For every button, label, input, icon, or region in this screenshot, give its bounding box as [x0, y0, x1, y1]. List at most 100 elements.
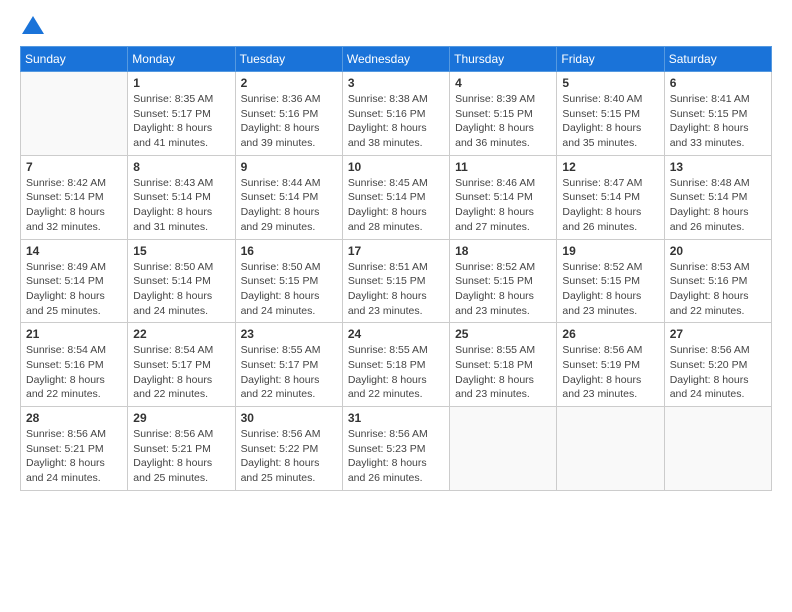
day-number: 2	[241, 76, 337, 90]
day-info: Sunrise: 8:48 AMSunset: 5:14 PMDaylight:…	[670, 176, 766, 235]
day-number: 17	[348, 244, 444, 258]
calendar-cell: 14Sunrise: 8:49 AMSunset: 5:14 PMDayligh…	[21, 239, 128, 323]
day-info: Sunrise: 8:52 AMSunset: 5:15 PMDaylight:…	[562, 260, 658, 319]
day-number: 1	[133, 76, 229, 90]
day-number: 15	[133, 244, 229, 258]
day-info: Sunrise: 8:53 AMSunset: 5:16 PMDaylight:…	[670, 260, 766, 319]
day-number: 20	[670, 244, 766, 258]
day-info: Sunrise: 8:56 AMSunset: 5:22 PMDaylight:…	[241, 427, 337, 486]
weekday-header: Wednesday	[342, 47, 449, 72]
calendar-cell: 21Sunrise: 8:54 AMSunset: 5:16 PMDayligh…	[21, 323, 128, 407]
calendar-cell: 10Sunrise: 8:45 AMSunset: 5:14 PMDayligh…	[342, 155, 449, 239]
calendar-cell: 25Sunrise: 8:55 AMSunset: 5:18 PMDayligh…	[450, 323, 557, 407]
calendar-cell: 26 Sunrise: 8:56 AMSunset: 5:19 PMDayligh…	[557, 323, 664, 407]
day-info: Sunrise: 8:42 AMSunset: 5:14 PMDaylight:…	[26, 176, 122, 235]
calendar-cell: 27 Sunrise: 8:56 AMSunset: 5:20 PMDayligh…	[664, 323, 771, 407]
calendar-cell: 19 Sunrise: 8:52 AMSunset: 5:15 PMDayligh…	[557, 239, 664, 323]
header	[20, 18, 772, 36]
day-info: Sunrise: 8:56 AMSunset: 5:23 PMDaylight:…	[348, 427, 444, 486]
day-number: 27	[670, 327, 766, 341]
calendar-cell: 23 Sunrise: 8:55 AMSunset: 5:17 PMDayligh…	[235, 323, 342, 407]
calendar-cell: 11 Sunrise: 8:46 AMSunset: 5:14 PMDayligh…	[450, 155, 557, 239]
logo	[20, 18, 44, 36]
day-info: Sunrise: 8:56 AMSunset: 5:21 PMDaylight:…	[26, 427, 122, 486]
calendar-cell: 13 Sunrise: 8:48 AMSunset: 5:14 PMDayligh…	[664, 155, 771, 239]
calendar-cell: 9 Sunrise: 8:44 AMSunset: 5:14 PMDaylight…	[235, 155, 342, 239]
calendar-cell: 15 Sunrise: 8:50 AMSunset: 5:14 PMDayligh…	[128, 239, 235, 323]
calendar-cell: 17 Sunrise: 8:51 AMSunset: 5:15 PMDayligh…	[342, 239, 449, 323]
day-number: 22	[133, 327, 229, 341]
day-info: Sunrise: 8:54 AMSunset: 5:17 PMDaylight:…	[133, 343, 229, 402]
day-number: 24	[348, 327, 444, 341]
day-number: 11	[455, 160, 551, 174]
day-number: 23	[241, 327, 337, 341]
calendar-cell: 28 Sunrise: 8:56 AMSunset: 5:21 PMDayligh…	[21, 407, 128, 491]
day-number: 7	[26, 160, 122, 174]
calendar-cell: 29Sunrise: 8:56 AMSunset: 5:21 PMDayligh…	[128, 407, 235, 491]
calendar-week-row: 1 Sunrise: 8:35 AMSunset: 5:17 PMDaylight…	[21, 72, 772, 156]
day-info: Sunrise: 8:45 AMSunset: 5:14 PMDaylight:…	[348, 176, 444, 235]
calendar-cell: 31 Sunrise: 8:56 AMSunset: 5:23 PMDayligh…	[342, 407, 449, 491]
day-number: 29	[133, 411, 229, 425]
calendar-cell: 6Sunrise: 8:41 AMSunset: 5:15 PMDaylight…	[664, 72, 771, 156]
calendar-header-row: SundayMondayTuesdayWednesdayThursdayFrid…	[21, 47, 772, 72]
day-info: Sunrise: 8:55 AMSunset: 5:18 PMDaylight:…	[348, 343, 444, 402]
calendar-cell: 8Sunrise: 8:43 AMSunset: 5:14 PMDaylight…	[128, 155, 235, 239]
weekday-header: Saturday	[664, 47, 771, 72]
day-info: Sunrise: 8:54 AMSunset: 5:16 PMDaylight:…	[26, 343, 122, 402]
day-info: Sunrise: 8:55 AMSunset: 5:17 PMDaylight:…	[241, 343, 337, 402]
calendar-cell: 2 Sunrise: 8:36 AMSunset: 5:16 PMDaylight…	[235, 72, 342, 156]
calendar-week-row: 28 Sunrise: 8:56 AMSunset: 5:21 PMDayligh…	[21, 407, 772, 491]
day-info: Sunrise: 8:36 AMSunset: 5:16 PMDaylight:…	[241, 92, 337, 151]
calendar-cell: 1 Sunrise: 8:35 AMSunset: 5:17 PMDaylight…	[128, 72, 235, 156]
day-number: 25	[455, 327, 551, 341]
day-number: 12	[562, 160, 658, 174]
day-info: Sunrise: 8:47 AMSunset: 5:14 PMDaylight:…	[562, 176, 658, 235]
day-info: Sunrise: 8:46 AMSunset: 5:14 PMDaylight:…	[455, 176, 551, 235]
day-info: Sunrise: 8:35 AMSunset: 5:17 PMDaylight:…	[133, 92, 229, 151]
calendar-cell: 24 Sunrise: 8:55 AMSunset: 5:18 PMDayligh…	[342, 323, 449, 407]
day-info: Sunrise: 8:39 AMSunset: 5:15 PMDaylight:…	[455, 92, 551, 151]
calendar-cell: 22 Sunrise: 8:54 AMSunset: 5:17 PMDayligh…	[128, 323, 235, 407]
calendar-cell: 30Sunrise: 8:56 AMSunset: 5:22 PMDayligh…	[235, 407, 342, 491]
day-info: Sunrise: 8:51 AMSunset: 5:15 PMDaylight:…	[348, 260, 444, 319]
day-info: Sunrise: 8:50 AMSunset: 5:14 PMDaylight:…	[133, 260, 229, 319]
weekday-header: Thursday	[450, 47, 557, 72]
day-number: 6	[670, 76, 766, 90]
calendar-week-row: 14Sunrise: 8:49 AMSunset: 5:14 PMDayligh…	[21, 239, 772, 323]
day-number: 31	[348, 411, 444, 425]
calendar-cell: 12 Sunrise: 8:47 AMSunset: 5:14 PMDayligh…	[557, 155, 664, 239]
day-number: 18	[455, 244, 551, 258]
calendar-cell: 4 Sunrise: 8:39 AMSunset: 5:15 PMDaylight…	[450, 72, 557, 156]
calendar-cell: 18 Sunrise: 8:52 AMSunset: 5:15 PMDayligh…	[450, 239, 557, 323]
weekday-header: Tuesday	[235, 47, 342, 72]
calendar-table: SundayMondayTuesdayWednesdayThursdayFrid…	[20, 46, 772, 491]
calendar-cell	[450, 407, 557, 491]
day-number: 26	[562, 327, 658, 341]
calendar-cell: 3 Sunrise: 8:38 AMSunset: 5:16 PMDaylight…	[342, 72, 449, 156]
calendar-cell	[557, 407, 664, 491]
day-info: Sunrise: 8:56 AMSunset: 5:20 PMDaylight:…	[670, 343, 766, 402]
day-number: 3	[348, 76, 444, 90]
day-info: Sunrise: 8:43 AMSunset: 5:14 PMDaylight:…	[133, 176, 229, 235]
page: SundayMondayTuesdayWednesdayThursdayFrid…	[0, 0, 792, 501]
calendar-cell: 16Sunrise: 8:50 AMSunset: 5:15 PMDayligh…	[235, 239, 342, 323]
day-info: Sunrise: 8:44 AMSunset: 5:14 PMDaylight:…	[241, 176, 337, 235]
calendar-cell: 20 Sunrise: 8:53 AMSunset: 5:16 PMDayligh…	[664, 239, 771, 323]
weekday-header: Monday	[128, 47, 235, 72]
weekday-header: Friday	[557, 47, 664, 72]
calendar-cell: 5Sunrise: 8:40 AMSunset: 5:15 PMDaylight…	[557, 72, 664, 156]
day-number: 5	[562, 76, 658, 90]
day-info: Sunrise: 8:38 AMSunset: 5:16 PMDaylight:…	[348, 92, 444, 151]
calendar-cell: 7 Sunrise: 8:42 AMSunset: 5:14 PMDaylight…	[21, 155, 128, 239]
weekday-header: Sunday	[21, 47, 128, 72]
day-number: 9	[241, 160, 337, 174]
day-number: 14	[26, 244, 122, 258]
day-number: 4	[455, 76, 551, 90]
day-info: Sunrise: 8:52 AMSunset: 5:15 PMDaylight:…	[455, 260, 551, 319]
day-number: 13	[670, 160, 766, 174]
day-number: 19	[562, 244, 658, 258]
day-number: 28	[26, 411, 122, 425]
calendar-week-row: 7 Sunrise: 8:42 AMSunset: 5:14 PMDaylight…	[21, 155, 772, 239]
day-info: Sunrise: 8:56 AMSunset: 5:19 PMDaylight:…	[562, 343, 658, 402]
